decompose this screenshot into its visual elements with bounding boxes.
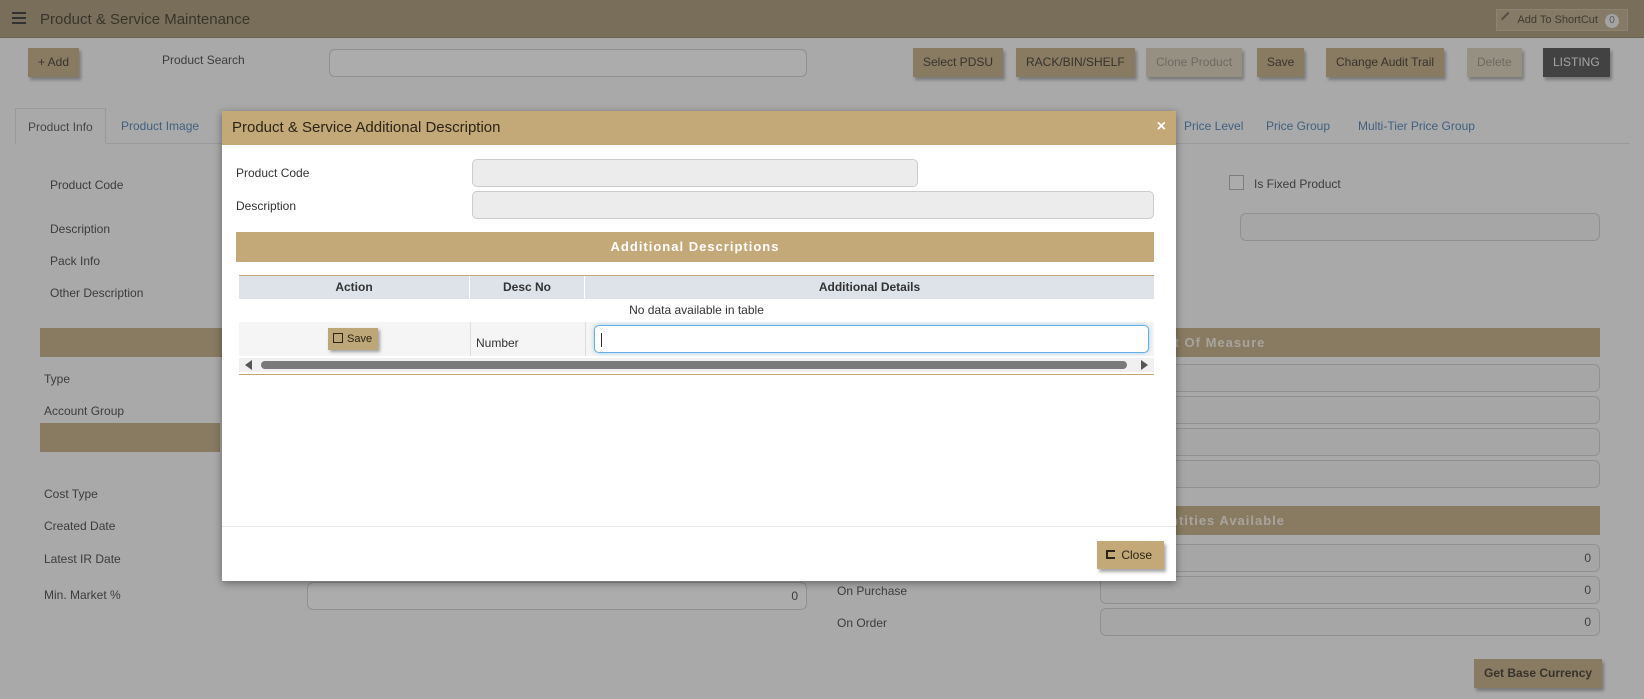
table-row: Save Number [239,322,1154,356]
modal-product-code-label: Product Code [236,166,310,180]
scroll-thumb[interactable] [261,361,1127,369]
scroll-left-icon[interactable] [245,360,252,370]
desc-no-value: Number [476,336,519,350]
column-header-additional-details: Additional Details [818,280,921,294]
additional-description-modal: Product & Service Additional Description… [222,111,1176,581]
table-header: Action Desc No Additional Details [239,276,1154,299]
modal-description-field [472,191,1154,219]
modal-footer-divider [222,526,1176,527]
column-header-desc-no: Desc No [470,276,585,299]
additional-descriptions-header: Additional Descriptions [236,232,1154,262]
additional-details-input[interactable] [594,325,1149,353]
modal-header: Product & Service Additional Description… [222,111,1176,145]
close-button-label: Close [1121,548,1152,562]
close-icon[interactable]: × [1157,118,1166,136]
additional-descriptions-table: Action Desc No Additional Details No dat… [239,275,1154,375]
empty-table-message: No data available in table [629,303,764,317]
sign-out-icon [1106,550,1116,559]
row-save-button[interactable]: Save [328,328,379,350]
modal-product-code-field [472,159,918,187]
floppy-disk-icon [333,333,343,343]
horizontal-scrollbar[interactable] [239,358,1154,372]
scroll-right-icon[interactable] [1141,360,1148,370]
column-header-action: Action [239,276,470,299]
close-button[interactable]: Close [1097,541,1164,569]
modal-description-label: Description [236,199,297,213]
row-save-label: Save [347,333,373,345]
modal-title: Product & Service Additional Description [232,119,501,136]
